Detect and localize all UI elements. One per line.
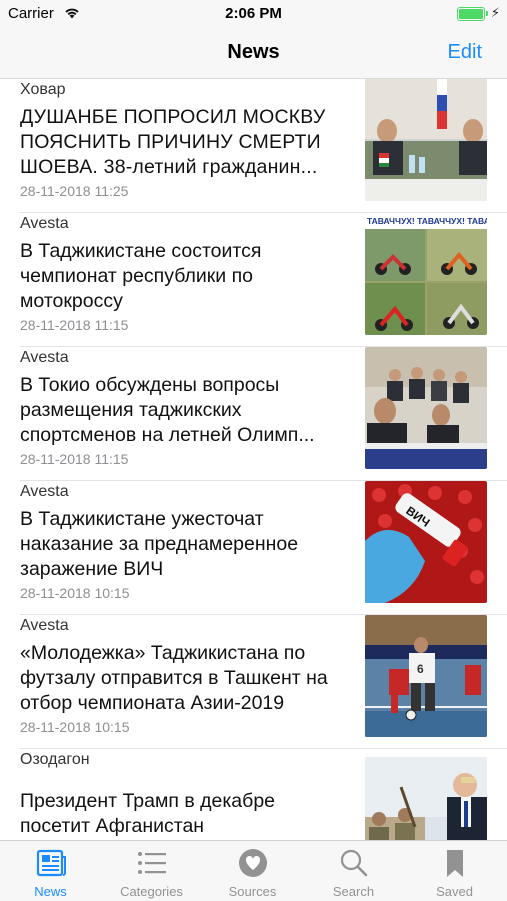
tab-label: Saved [436, 884, 473, 899]
tab-news[interactable]: News [0, 841, 101, 901]
news-source: Avesta [20, 483, 69, 500]
news-thumbnail-meeting [365, 79, 487, 201]
tab-categories[interactable]: Categories [101, 841, 202, 901]
edit-button[interactable]: Edit [448, 41, 482, 64]
news-headline: В Таджикистане состоится чемпионат респу… [20, 240, 262, 312]
news-date: 28-11-2018 11:15 [20, 317, 129, 333]
tab-saved[interactable]: Saved [404, 841, 505, 901]
news-headline: «Молодежка» Таджикистана по футзалу отпр… [20, 642, 328, 714]
news-item[interactable]: Озодагон Президент Трамп в декабре посет… [0, 749, 507, 840]
battery-icon [457, 7, 488, 21]
news-source: Avesta [20, 349, 69, 366]
news-thumbnail-conference [365, 347, 487, 469]
tab-label: News [34, 884, 67, 899]
news-date: 28-11-2018 11:25 [20, 183, 129, 199]
news-feed[interactable]: Ховар ДУШАНБЕ ПОПРОСИЛ МОСКВУ ПОЯСНИТЬ П… [0, 79, 507, 840]
news-source: Ховар [20, 81, 66, 98]
tab-sources[interactable]: Sources [202, 841, 303, 901]
news-thumbnail-motocross: ТАВАЧЧУХ! ТАВАЧЧУХ! ТАВАЧЧ [365, 213, 487, 335]
tab-bar: News Categories Sources Search Saved [0, 840, 507, 901]
news-source: Озодагон [20, 751, 90, 768]
bookmark-icon [439, 847, 471, 879]
news-thumbnail-hiv: ВИЧ [365, 481, 487, 603]
page-title: News [227, 41, 280, 63]
news-thumbnail-trump [365, 757, 487, 840]
news-headline: ДУШАНБЕ ПОПРОСИЛ МОСКВУ ПОЯСНИТЬ ПРИЧИНУ… [20, 106, 326, 178]
search-icon [338, 847, 370, 879]
news-item[interactable]: Avesta В Токио обсуждены вопросы размеще… [0, 347, 507, 481]
news-thumbnail-futsal: 6 [365, 615, 487, 737]
news-headline: Президент Трамп в декабре посетит Афгани… [20, 790, 276, 837]
news-item[interactable]: Ховар ДУШАНБЕ ПОПРОСИЛ МОСКВУ ПОЯСНИТЬ П… [0, 79, 507, 213]
news-date: 28-11-2018 10:15 [20, 585, 130, 601]
charging-bolt-icon: ⚡ [490, 5, 500, 20]
news-item[interactable]: Avesta В Таджикистане состоится чемпиона… [0, 213, 507, 347]
news-date: 28-11-2018 11:15 [20, 451, 129, 467]
status-time: 2:06 PM [225, 5, 282, 22]
news-source: Avesta [20, 215, 69, 232]
news-source: Avesta [20, 617, 69, 634]
svg-text:6: 6 [417, 662, 424, 676]
newspaper-icon [35, 847, 67, 879]
tab-label: Sources [228, 884, 277, 899]
heart-icon [237, 847, 269, 879]
news-date: 28-11-2018 10:15 [20, 719, 130, 735]
news-item[interactable]: Avesta «Молодежка» Таджикистана по футза… [0, 615, 507, 749]
news-headline: В Токио обсуждены вопросы размещения тад… [20, 374, 315, 446]
news-item[interactable]: Avesta В Таджикистане ужесточат наказани… [0, 481, 507, 615]
tab-label: Categories [120, 884, 183, 899]
tab-label: Search [332, 884, 375, 899]
navigation-bar: News Edit [0, 28, 507, 79]
thumb-caption: ТАВАЧЧУХ! ТАВАЧЧУХ! ТАВАЧЧ [367, 216, 487, 226]
list-icon [136, 847, 168, 879]
news-headline: В Таджикистане ужесточат наказание за пр… [20, 508, 299, 580]
tab-search[interactable]: Search [303, 841, 404, 901]
status-bar: Carrier 2:06 PM ⚡ [0, 0, 507, 28]
